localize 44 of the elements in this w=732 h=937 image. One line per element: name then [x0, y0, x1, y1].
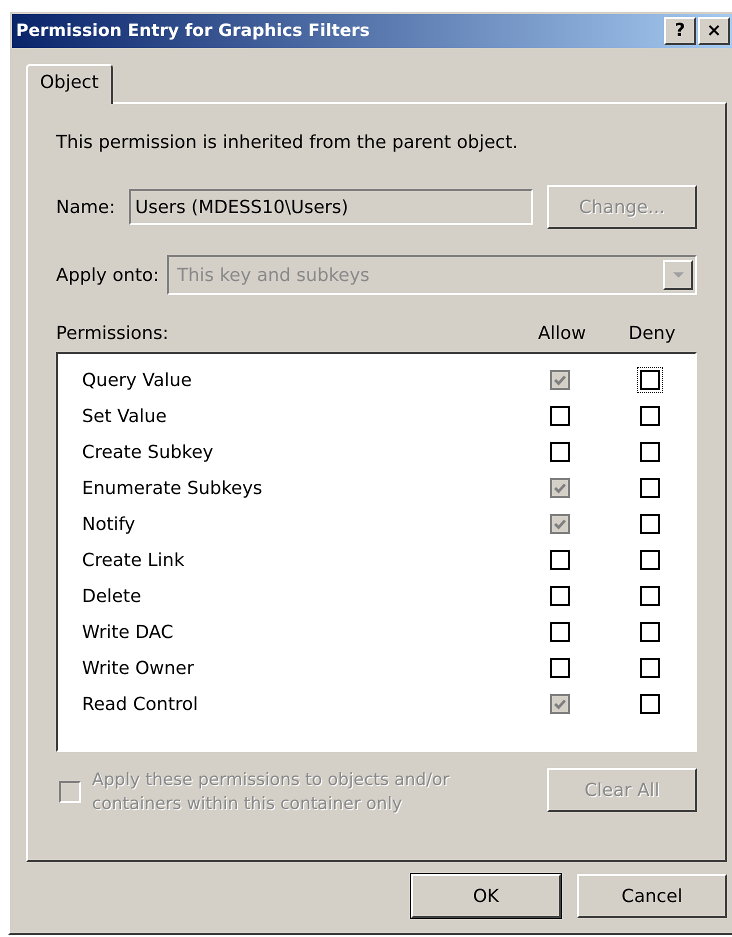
allow-checkbox[interactable] — [550, 586, 570, 606]
permission-name: Read Control — [82, 694, 200, 714]
dialog-button[interactable]: OK — [411, 874, 561, 918]
check-mark-icon — [553, 373, 567, 387]
allow-checkbox[interactable] — [550, 550, 570, 570]
deny-checkbox[interactable] — [640, 550, 660, 570]
permission-name: Create Subkey — [82, 442, 214, 462]
allow-checkbox[interactable] — [550, 442, 570, 462]
permission-name: Write DAC — [82, 622, 174, 642]
allow-checkbox[interactable] — [550, 658, 570, 678]
deny-checkbox[interactable] — [640, 586, 660, 606]
permission-name: Notify — [82, 514, 136, 534]
deny-checkbox[interactable] — [640, 514, 660, 534]
deny-checkbox[interactable] — [640, 478, 660, 498]
permission-name: Write Owner — [82, 658, 196, 678]
deny-checkbox[interactable] — [640, 442, 660, 462]
permission-name: Delete — [82, 586, 142, 606]
deny-checkbox[interactable] — [640, 622, 660, 642]
name-label: Name: — [56, 196, 116, 218]
permission-name: Set Value — [82, 406, 168, 426]
check-mark-icon — [553, 517, 567, 531]
check-mark-icon — [553, 481, 567, 495]
column-header: Allow — [536, 323, 588, 344]
inherited-note: This permission is inherited from the parent object. — [56, 132, 519, 153]
apply-onto-label: Apply onto: — [56, 264, 160, 286]
check-mark-icon — [553, 697, 567, 711]
window-title: Permission Entry for Graphics Filters — [16, 21, 370, 41]
dropdown-value: This key and subkeys — [177, 264, 370, 286]
column-header: Deny — [628, 323, 676, 344]
help-button[interactable]: ? — [664, 17, 696, 45]
deny-checkbox[interactable] — [640, 694, 660, 714]
permissions-label: Permissions: — [56, 323, 170, 344]
dialog-button[interactable]: Cancel — [577, 874, 727, 918]
close-button[interactable]: × — [698, 17, 730, 45]
allow-checkbox[interactable] — [550, 622, 570, 642]
deny-checkbox[interactable] — [640, 658, 660, 678]
apply-checkbox-label: Apply these permissions to objects and/or containers within this container only — [92, 769, 450, 816]
permission-name: Enumerate Subkeys — [82, 478, 264, 498]
name-field[interactable]: Users (MDESS10\Users) — [129, 189, 533, 225]
allow-checkbox[interactable] — [550, 406, 570, 426]
tab[interactable]: Object — [26, 64, 113, 104]
deny-checkbox[interactable] — [640, 406, 660, 426]
permission-name: Query Value — [82, 370, 193, 390]
permission-name: Create Link — [82, 550, 186, 570]
